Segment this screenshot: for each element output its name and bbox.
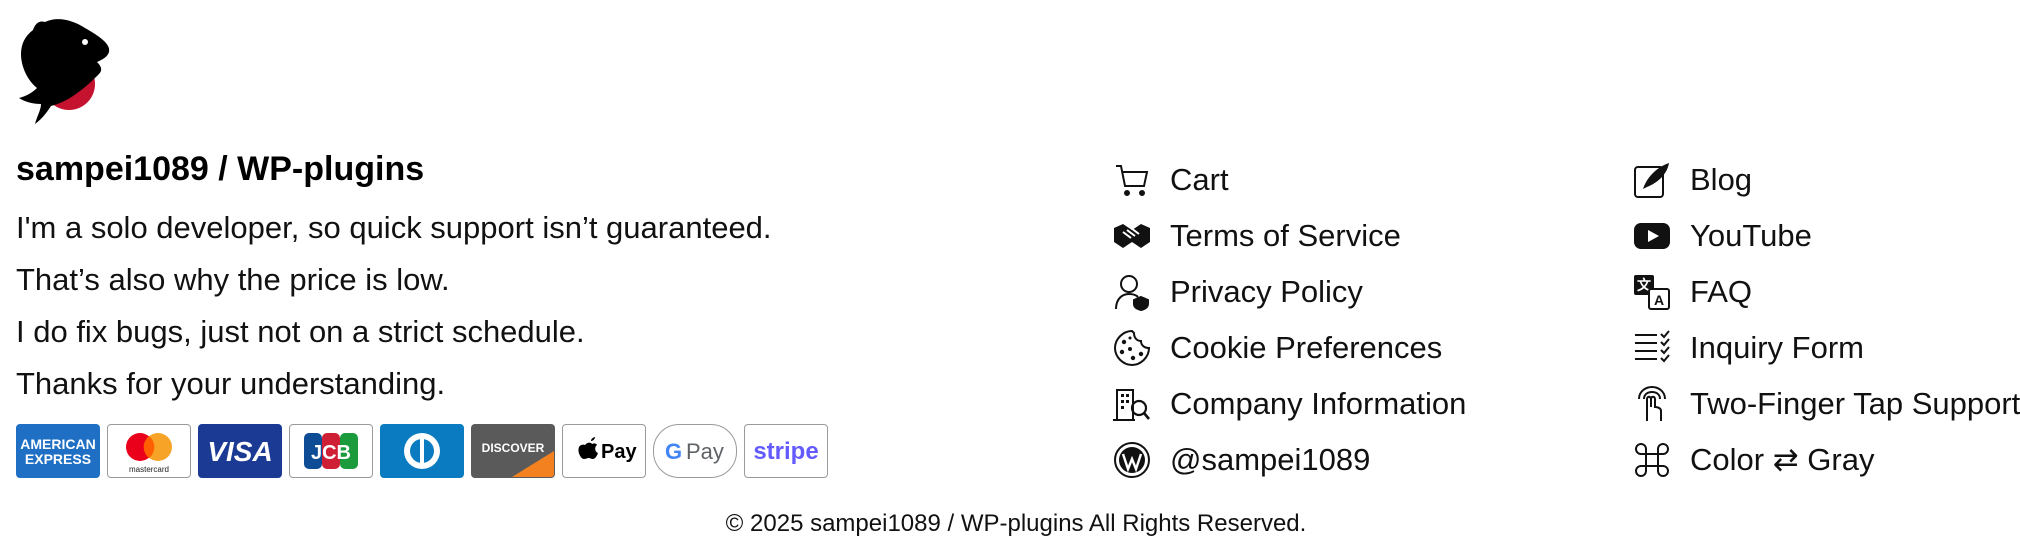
amex-icon: AMERICAN EXPRESS (16, 424, 100, 478)
wordpress-icon (1112, 440, 1152, 480)
svg-text:Pay: Pay (686, 439, 724, 464)
stripe-icon: stripe (744, 424, 828, 478)
payment-methods: AMERICAN EXPRESS mastercard VISA JCB DIS… (16, 424, 828, 478)
svg-text:G: G (665, 439, 682, 464)
footer-nav-primary: Cart Terms of Service Privacy Policy Coo… (1112, 152, 1466, 488)
building-search-icon (1112, 384, 1152, 424)
description-line: I do fix bugs, just not on a strict sche… (16, 314, 585, 349)
description-line: I'm a solo developer, so quick support i… (16, 210, 772, 245)
nav-label: Privacy Policy (1170, 274, 1363, 309)
nav-item-youtube[interactable]: YouTube (1632, 208, 2020, 264)
apple-pay-icon: Pay (562, 424, 646, 478)
command-icon (1632, 440, 1672, 480)
site-title: sampei1089 / WP-plugins (16, 150, 425, 188)
nav-item-privacy[interactable]: Privacy Policy (1112, 264, 1466, 320)
nav-item-faq[interactable]: 文 A FAQ (1632, 264, 2020, 320)
youtube-icon (1632, 216, 1672, 256)
visa-icon: VISA (198, 424, 282, 478)
nav-label: Terms of Service (1170, 218, 1401, 253)
nav-item-company[interactable]: Company Information (1112, 376, 1466, 432)
nav-label: @sampei1089 (1170, 442, 1371, 477)
svg-text:A: A (1654, 292, 1664, 308)
quill-icon (1632, 160, 1672, 200)
discover-icon: DISCOVER (471, 424, 555, 478)
nav-item-blog[interactable]: Blog (1632, 152, 2020, 208)
site-description: I'm a solo developer, so quick support i… (16, 202, 772, 410)
svg-text:stripe: stripe (753, 438, 818, 465)
description-line: That’s also why the price is low. (16, 262, 450, 297)
nav-item-color-gray[interactable]: Color ⇄ Gray (1632, 432, 2020, 488)
google-pay-icon: G Pay (653, 424, 737, 478)
nav-label: Cart (1170, 162, 1229, 197)
nav-item-inquiry[interactable]: Inquiry Form (1632, 320, 2020, 376)
two-finger-tap-icon (1632, 384, 1672, 424)
cookie-icon (1112, 328, 1152, 368)
nav-label: Blog (1690, 162, 1753, 197)
nav-item-wordpress[interactable]: @sampei1089 (1112, 432, 1466, 488)
footer-nav-secondary: Blog YouTube 文 A FAQ Inquiry Form Two-Fi… (1632, 152, 2020, 488)
svg-text:JCB: JCB (311, 442, 351, 464)
user-shield-icon (1112, 272, 1152, 312)
checklist-icon (1632, 328, 1672, 368)
diners-icon (380, 424, 464, 478)
svg-text:Pay: Pay (601, 441, 637, 463)
copyright-text: © 2025 sampei1089 / WP-plugins All Right… (725, 510, 1307, 537)
svg-text:mastercard: mastercard (129, 465, 169, 474)
nav-item-cart[interactable]: Cart (1112, 152, 1466, 208)
amex-line2: EXPRESS (25, 451, 91, 467)
nav-item-cookie[interactable]: Cookie Preferences (1112, 320, 1466, 376)
nav-item-terms[interactable]: Terms of Service (1112, 208, 1466, 264)
description-line: Thanks for your understanding. (16, 366, 446, 401)
svg-text:DISCOVER: DISCOVER (482, 441, 545, 455)
jcb-icon: JCB (289, 424, 373, 478)
site-logo[interactable] (15, 14, 111, 126)
fish-logo-icon (19, 19, 110, 124)
nav-label: Color ⇄ Gray (1690, 442, 1875, 477)
nav-item-two-finger[interactable]: Two-Finger Tap Support (1632, 376, 2020, 432)
nav-label: Company Information (1170, 386, 1467, 421)
handshake-icon (1112, 216, 1152, 256)
nav-label: Two-Finger Tap Support (1690, 386, 2020, 421)
nav-label: YouTube (1690, 218, 1812, 253)
nav-label: FAQ (1690, 274, 1753, 309)
amex-line1: AMERICAN (20, 436, 95, 452)
svg-text:VISA: VISA (207, 436, 272, 467)
nav-label: Cookie Preferences (1170, 330, 1443, 365)
nav-label: Inquiry Form (1690, 330, 1864, 365)
cart-icon (1112, 160, 1152, 200)
translate-icon: 文 A (1632, 272, 1672, 312)
mastercard-icon: mastercard (107, 424, 191, 478)
